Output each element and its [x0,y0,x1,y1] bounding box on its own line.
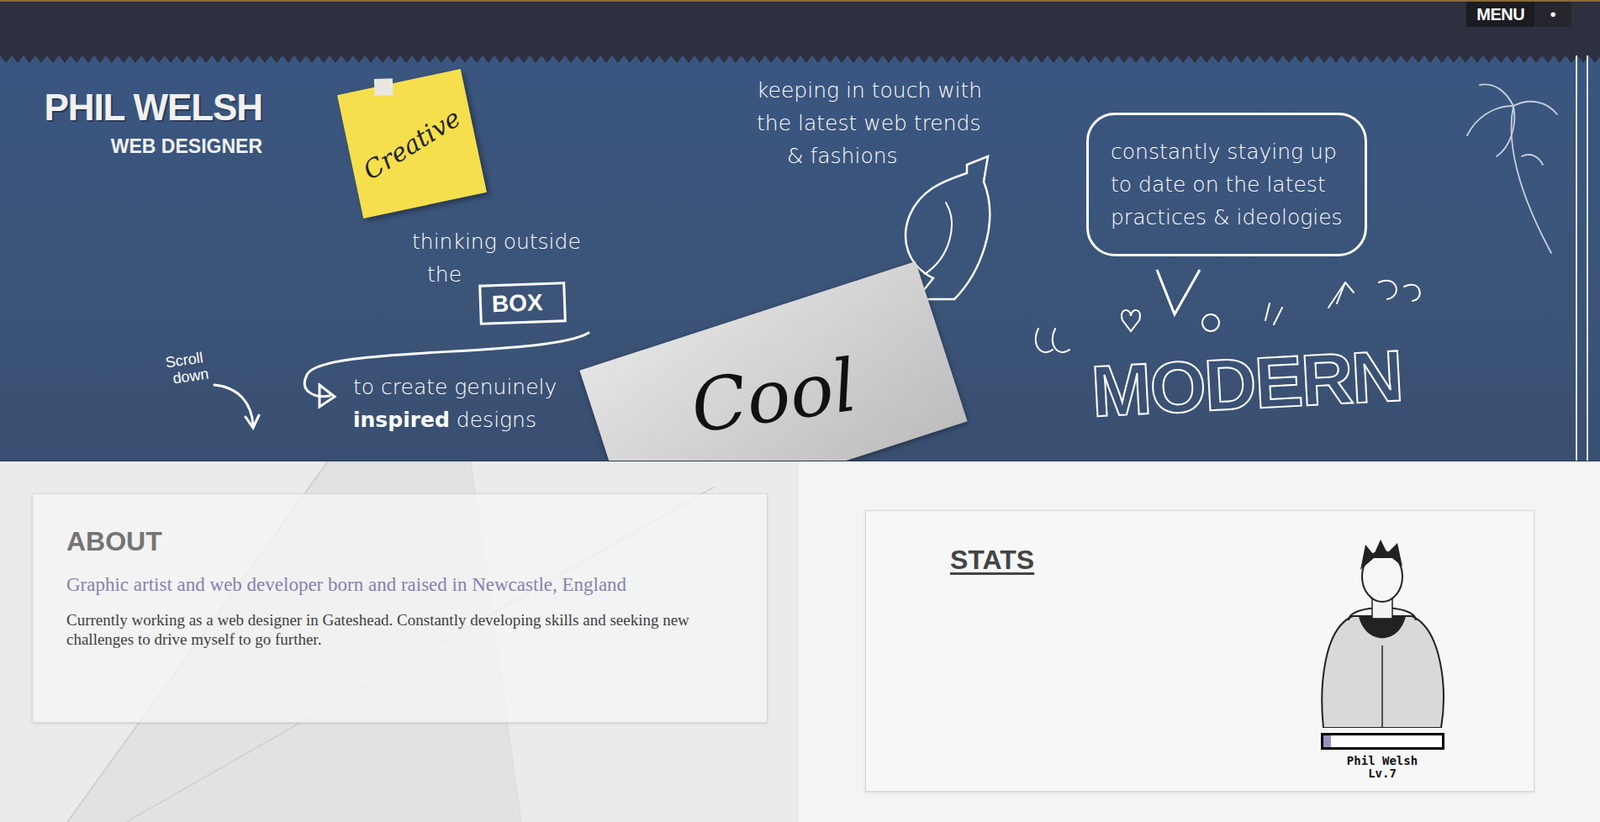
stats-column: STATS Phil WelshLv.7 [798,461,1600,822]
name-heading: PHIL WELSH [16,86,263,129]
sticky-note: Creative [337,68,487,219]
about-heading: ABOUT [66,526,734,557]
avatar-icon [1306,536,1458,729]
bubble-tail-icon [1153,268,1204,319]
player-name: Phil Welsh [1346,755,1418,768]
role-heading: WEB DESIGNER [16,133,263,159]
thinking-line: the [411,258,581,291]
menu-dot-icon[interactable]: ● [1534,1,1572,27]
bubble-line: practices & ideologies [1110,200,1343,234]
trends-line: & fashions [756,139,983,173]
bubble-line: to date on the latest [1110,168,1343,201]
trends-text: keeping in touch withthe latest web tren… [756,73,983,173]
menu-label[interactable]: MENU [1466,1,1535,27]
player-card: Phil WelshLv.7 [1306,536,1458,783]
inspired-word: inspired [353,407,450,433]
level-bar [1320,733,1445,750]
sticky-note-text: Creative [355,99,468,190]
speech-bubble: constantly staying upto date on the late… [1086,112,1368,257]
thinking-line: thinking outside [411,225,581,259]
hero-banner: PHIL WELSH WEB DESIGNER Creative thinking o… [0,55,1600,462]
bubble-line: constantly staying up [1110,135,1343,169]
scroll-hint[interactable]: Scrolldown [163,348,210,388]
level-bar-fill [1323,735,1332,748]
create-line: inspired designs [353,403,557,437]
site-title: PHIL WELSH WEB DESIGNER [16,86,263,159]
stats-heading: STATS [950,543,1035,783]
about-subtitle: Graphic artist and web developer born an… [66,573,706,597]
trends-line: the latest web trends [756,106,983,140]
player-level: Lv.7 [1367,767,1397,781]
top-bar: MENU● [0,0,1600,56]
stats-card: STATS Phil WelshLv.7 [865,510,1535,793]
modern-text: MODERN [1088,328,1405,438]
page: MENU● PHIL WELSH WEB DESIGNER Creative think… [0,0,1600,822]
crumpled-paper: Cool [579,261,967,462]
about-column: ABOUT Graphic artist and web developer bo… [0,461,799,822]
about-body: Currently working as a web designer in G… [66,610,731,650]
menu-button[interactable]: MENU● [1466,1,1572,27]
create-text: to create genuinelyinspired designs [353,370,557,437]
trends-line: keeping in touch with [756,73,983,107]
paper-text: Cool [686,343,862,449]
designs-word: designs [456,407,537,433]
zigzag-edge-icon [0,55,1600,64]
box-label: BOX [478,281,567,326]
content-area: ABOUT Graphic artist and web developer bo… [0,461,1600,822]
about-card: ABOUT Graphic artist and web developer bo… [31,493,768,724]
pin-icon [374,78,394,96]
bubble-frame: constantly staying upto date on the late… [1086,112,1368,257]
thinking-text: thinking outsidethe [411,225,581,291]
create-line: to create genuinely [353,370,557,404]
